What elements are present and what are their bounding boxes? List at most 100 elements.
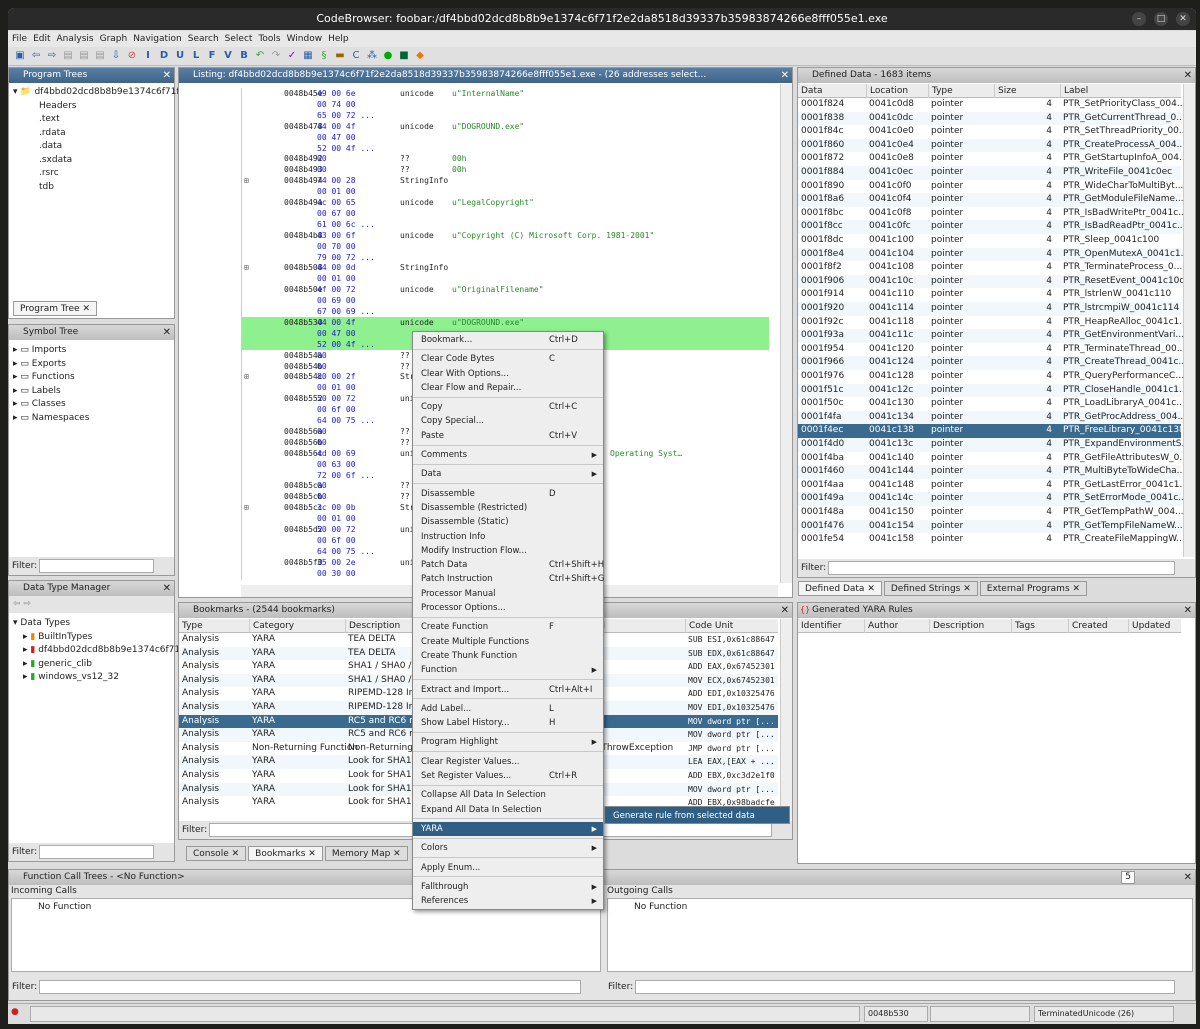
- close-icon[interactable]: ✕: [781, 603, 789, 618]
- nav-instruction-icon[interactable]: I: [142, 50, 154, 62]
- column-header[interactable]: Tags: [1011, 619, 1035, 633]
- listing-row[interactable]: ⊞ 0048b508 44 00 0d StringInfo: [242, 262, 769, 273]
- column-header[interactable]: Description: [929, 619, 984, 633]
- listing-row[interactable]: 0048b50e 4f 00 72 unicode u"OriginalFilenam…: [242, 284, 769, 295]
- menu-item-add-label[interactable]: Add Label... L: [413, 702, 603, 716]
- listing-row[interactable]: 79 00 72 ...: [242, 252, 769, 263]
- table-row[interactable]: 0001f84c 0041c0e0 pointer 4 PTR_SetThreadPri…: [798, 125, 1188, 139]
- menu-item-expand-all-data-in-selection[interactable]: Expand All Data In Selection: [413, 803, 603, 817]
- table-row[interactable]: 0001f4ec 0041c138 pointer 4 PTR_FreeLibrary_…: [798, 424, 1185, 438]
- table-row[interactable]: 0001f48a 0041c150 pointer 4 PTR_GetTempPathW…: [798, 506, 1184, 520]
- forward-icon[interactable]: ⇨: [46, 50, 58, 62]
- listing-row[interactable]: 00 01 00: [242, 273, 769, 284]
- table-row[interactable]: 0001f824 0041c0d8 pointer 4 PTR_SetPriorityC…: [798, 98, 1185, 112]
- table-row[interactable]: 0001f4fa 0041c134 pointer 4 PTR_GetProcAddre…: [798, 410, 1186, 425]
- close-icon[interactable]: ✕: [781, 68, 789, 83]
- symbol-tree-item[interactable]: ▸ ▭ Imports: [13, 344, 89, 358]
- close-button[interactable]: ✕: [1176, 12, 1190, 26]
- stop-icon[interactable]: ⊘: [126, 50, 138, 62]
- table-row[interactable]: 0001f49a 0041c14c pointer 4 PTR_SetErrorMode…: [798, 492, 1187, 506]
- menu-item-bookmark[interactable]: Bookmark... Ctrl+D: [413, 333, 603, 347]
- bookmark-check-icon[interactable]: ✓: [286, 50, 298, 62]
- column-header[interactable]: Type: [179, 619, 203, 633]
- tree-root[interactable]: ▾ 📁 df4bbd02dcd8b8b9e1374c6f71f2e2: [13, 86, 197, 100]
- undo-icon[interactable]: ↶: [254, 50, 266, 62]
- folder-icon[interactable]: ▬: [334, 50, 346, 62]
- menu-item-processor-options[interactable]: Processor Options...: [413, 601, 603, 615]
- redo-icon[interactable]: ↷: [270, 50, 282, 62]
- menu-item-comments[interactable]: Comments ▶: [413, 448, 603, 462]
- filter-input[interactable]: [39, 980, 581, 994]
- table-row[interactable]: 0001f906 0041c10c pointer 4 PTR_ResetEvent_0…: [798, 274, 1184, 289]
- listing-row[interactable]: 00 74 00: [242, 99, 769, 110]
- listing-row[interactable]: 0048b530 44 00 4f unicode u"DOGROUND.exe": [242, 316, 769, 328]
- table-row[interactable]: 0001f8a6 0041c0f4 pointer 4 PTR_GetModuleFil…: [798, 193, 1184, 207]
- menu-item-function[interactable]: Function ▶: [413, 663, 603, 677]
- column-header[interactable]: Updated: [1128, 619, 1170, 633]
- menu-file[interactable]: File: [12, 31, 27, 47]
- paste-icon[interactable]: ▤: [78, 50, 90, 62]
- menu-item-patch-instruction[interactable]: Patch Instruction Ctrl+Shift+G: [413, 572, 604, 586]
- table-row[interactable]: 0001f4d0 0041c13c pointer 4 PTR_ExpandEnviro…: [798, 438, 1190, 452]
- column-header[interactable]: Data: [798, 84, 823, 98]
- menu-item-colors[interactable]: Colors ▶: [413, 841, 603, 855]
- menu-item-modify-instruction-flow[interactable]: Modify Instruction Flow...: [413, 544, 603, 558]
- column-header[interactable]: Location: [866, 84, 908, 98]
- listing-row[interactable]: 0048b493 00?? 00h: [242, 164, 769, 175]
- menu-item-clear-register-values[interactable]: Clear Register Values...: [413, 755, 603, 769]
- listing-row[interactable]: 00 67 00: [242, 208, 769, 219]
- vertical-scrollbar[interactable]: [780, 84, 792, 583]
- menu-item-apply-enum[interactable]: Apply Enum...: [413, 861, 603, 875]
- table-row[interactable]: 0001f51c 0041c12c pointer 4 PTR_CloseHandle_…: [798, 383, 1188, 398]
- expand-icon[interactable]: ⊞: [244, 262, 249, 273]
- tree-item[interactable]: Headers: [13, 100, 197, 114]
- menu-edit[interactable]: Edit: [33, 31, 50, 47]
- listing-row[interactable]: 65 00 72 ...: [242, 110, 769, 121]
- maximize-button[interactable]: □: [1154, 12, 1168, 26]
- table-row[interactable]: 0001f8f2 0041c108 pointer 4 PTR_TerminatePro…: [798, 261, 1182, 275]
- table-row[interactable]: 0001f8e4 0041c104 pointer 4 PTR_OpenMutexA_0…: [798, 247, 1189, 262]
- data-type-archive[interactable]: ▸ ▮ generic_clib: [13, 658, 183, 672]
- menu-item-program-highlight[interactable]: Program Highlight ▶: [413, 735, 603, 749]
- table-row[interactable]: 0001f4ba 0041c140 pointer 4 PTR_GetFileAttri…: [798, 452, 1188, 466]
- column-header[interactable]: Label: [1060, 84, 1088, 98]
- filter-input[interactable]: [635, 980, 1175, 994]
- menu-search[interactable]: Search: [188, 31, 219, 47]
- page-icon[interactable]: ▤: [94, 50, 106, 62]
- diamond-icon[interactable]: ◆: [414, 50, 426, 62]
- nav-value-icon[interactable]: V: [222, 50, 234, 62]
- tree-icon[interactable]: ⁂: [366, 50, 378, 62]
- expand-icon[interactable]: ⊞: [244, 502, 249, 513]
- listing-row[interactable]: 00 01 00: [242, 186, 769, 197]
- table-row[interactable]: 0001f966 0041c124 pointer 4 PTR_CreateThread…: [798, 356, 1187, 370]
- symbol-tree-item[interactable]: ▸ ▭ Exports: [13, 358, 89, 372]
- menu-item-show-label-history[interactable]: Show Label History... H: [413, 716, 603, 730]
- menu-item-references[interactable]: References ▶: [413, 894, 603, 908]
- close-icon[interactable]: ✕: [1184, 68, 1192, 83]
- table-row[interactable]: 0001f920 0041c114 pointer 4 PTR_lstrcmpiW_00…: [798, 302, 1181, 316]
- column-header[interactable]: Description: [345, 619, 400, 633]
- expand-icon[interactable]: ⊞: [244, 175, 249, 186]
- menu-item-fallthrough[interactable]: Fallthrough ▶: [413, 880, 603, 894]
- menu-analysis[interactable]: Analysis: [57, 31, 94, 47]
- nav-label-icon[interactable]: L: [190, 50, 202, 62]
- menu-window[interactable]: Window: [287, 31, 323, 47]
- menu-item-disassemble-restricted[interactable]: Disassemble (Restricted): [413, 501, 603, 515]
- listing-row[interactable]: 00 70 00: [242, 241, 769, 252]
- symbol-tree-item[interactable]: ▸ ▭ Labels: [13, 385, 89, 399]
- tree-item[interactable]: .sxdata: [13, 154, 197, 168]
- tree-item[interactable]: .rsrc: [13, 167, 197, 181]
- tab-console[interactable]: Console ✕: [186, 846, 247, 861]
- table-row[interactable]: 0001f954 0041c120 pointer 4 PTR_TerminateThr…: [798, 343, 1185, 357]
- table-row[interactable]: 0001f8cc 0041c0fc pointer 4 PTR_IsBadReadPtr…: [798, 220, 1186, 234]
- column-header[interactable]: Code Unit: [685, 619, 733, 633]
- filter-input[interactable]: [39, 845, 154, 859]
- run-icon[interactable]: ●: [382, 50, 394, 62]
- table-row[interactable]: 0001f872 0041c0e8 pointer 4 PTR_GetStartupIn…: [798, 152, 1188, 166]
- table-row[interactable]: 0001f92c 0041c118 pointer 4 PTR_HeapReAlloc_…: [798, 316, 1188, 330]
- nav-function-icon[interactable]: F: [206, 50, 218, 62]
- script-icon[interactable]: §: [318, 50, 330, 62]
- listing-row[interactable]: 00 69 00: [242, 295, 769, 306]
- table-row[interactable]: 0001f838 0041c0dc pointer 4 PTR_GetCurrentTh…: [798, 111, 1185, 126]
- yara-submenu-generate-rule[interactable]: Generate rule from selected data: [604, 806, 790, 824]
